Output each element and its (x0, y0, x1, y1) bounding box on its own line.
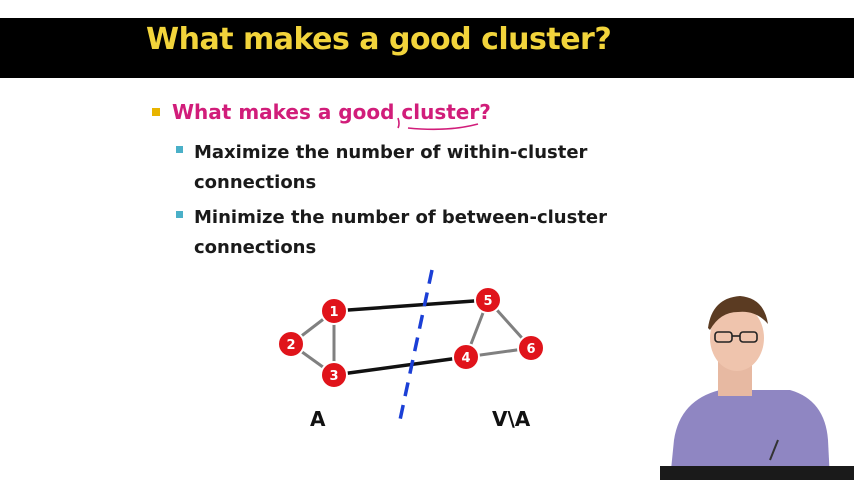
svg-text:1: 1 (329, 305, 338, 320)
node-1: 1 (320, 297, 348, 325)
edge-1-5 (333, 298, 489, 313)
svg-text:6: 6 (526, 342, 535, 357)
node-6: 6 (517, 334, 545, 362)
set-complement-label: V\A (492, 407, 531, 431)
edge-3-4 (333, 355, 467, 377)
svg-text:4: 4 (461, 351, 470, 366)
node-2: 2 (277, 330, 305, 358)
node-3: 3 (320, 361, 348, 389)
node-5: 5 (474, 286, 502, 314)
svg-text:3: 3 (329, 369, 338, 384)
set-a-label: A (310, 407, 326, 431)
desk (660, 466, 854, 480)
pen-annotation (397, 117, 479, 131)
cut-line (398, 269, 434, 421)
presenter-video (660, 296, 854, 480)
svg-text:2: 2 (286, 338, 295, 353)
svg-text:5: 5 (483, 294, 492, 309)
node-4: 4 (452, 343, 480, 371)
